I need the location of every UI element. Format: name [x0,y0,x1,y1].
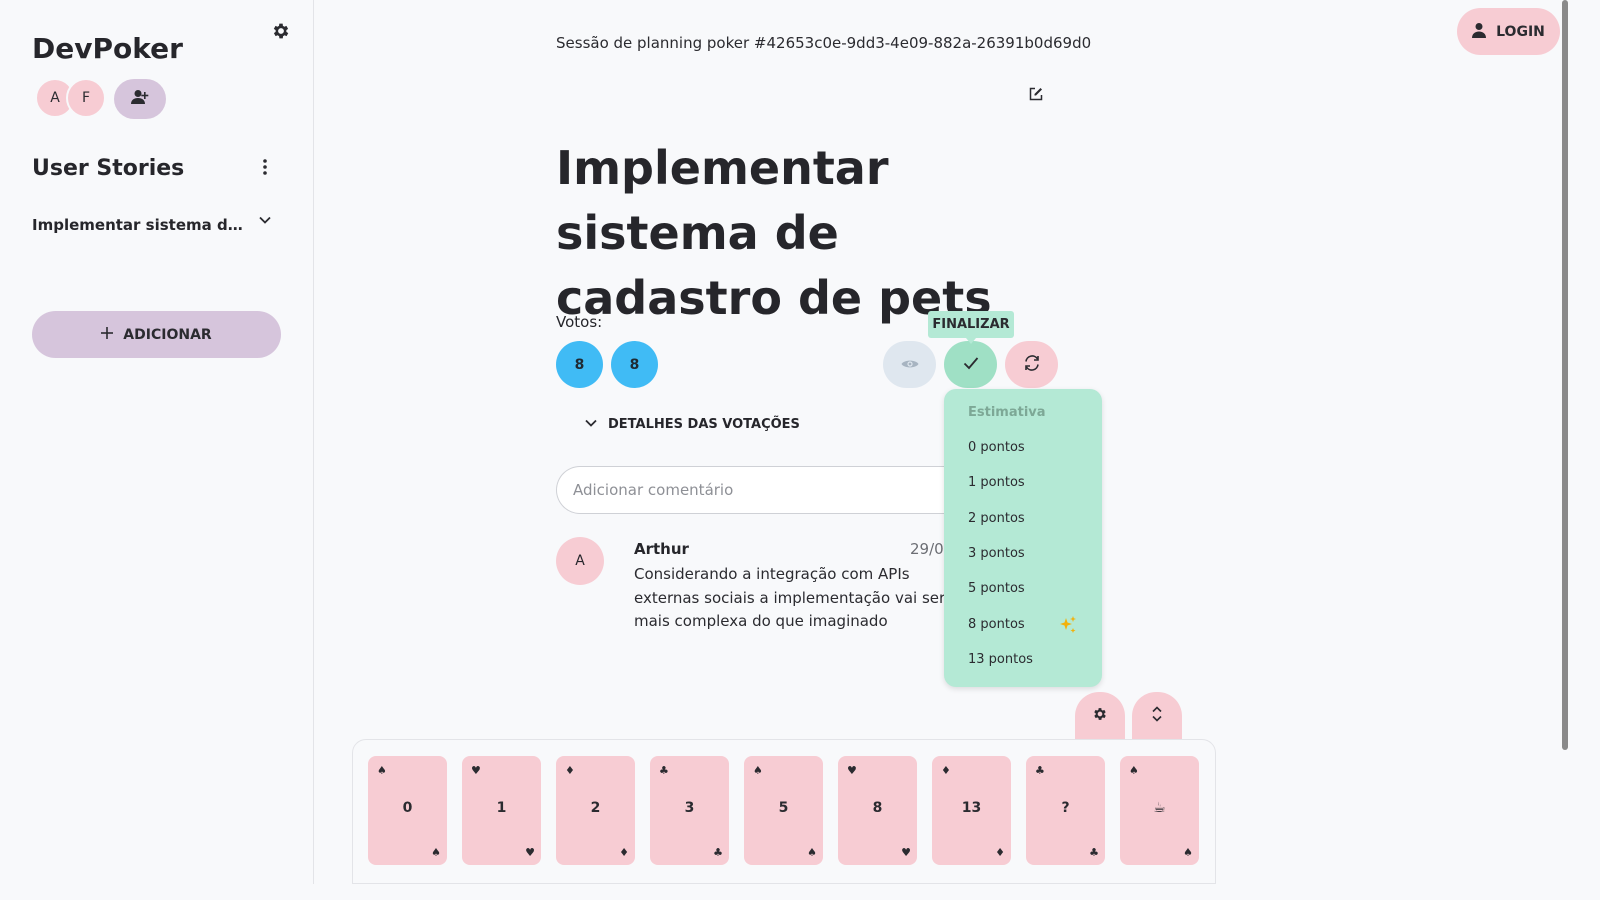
reset-votes-button[interactable] [1005,341,1058,388]
card-suit-icon: ♥ [901,846,911,859]
comment-date: 29/0 [910,540,944,558]
gear-icon [1092,706,1108,726]
vote-chip: 8 [556,341,603,388]
kebab-menu-icon[interactable] [255,158,275,182]
card-value: 0 [402,800,413,816]
poker-card[interactable]: ♦ 13 ♦ [932,756,1011,865]
poker-card[interactable]: ♥ 1 ♥ [462,756,541,865]
vote-details-toggle[interactable]: DETALHES DAS VOTAÇÕES [584,417,800,432]
sparkle-icon [1058,615,1078,635]
card-suit-icon: ♦ [565,764,575,777]
login-button[interactable]: LOGIN [1457,8,1560,55]
card-suit-icon: ♦ [941,764,951,777]
card-value: ? [1061,800,1070,816]
card-suit-icon: ♣ [1035,764,1045,777]
card-suit-icon: ♠ [1183,846,1193,859]
estimate-option[interactable]: 0 pontos [968,440,1088,455]
sidebar: DevPoker A F User Stories Implementar si… [0,0,314,884]
add-story-label: ADICIONAR [123,326,212,343]
card-suit-icon: ♠ [753,764,763,777]
avatar[interactable]: F [66,78,106,118]
card-suit-icon: ♣ [659,764,669,777]
poker-card[interactable]: ♥ 8 ♥ [838,756,917,865]
add-user-button[interactable] [114,79,166,119]
card-suit-icon: ♠ [431,846,441,859]
poker-card[interactable]: ♦ 2 ♦ [556,756,635,865]
card-suit-icon: ♠ [807,846,817,859]
card-value: 2 [590,800,601,816]
vote-details-label: DETALHES DAS VOTAÇÕES [608,417,800,432]
card-suit-icon: ♦ [619,846,629,859]
estimate-menu-header: Estimativa [968,405,1046,420]
expand-chevrons-icon [1151,705,1163,726]
card-suit-icon: ♣ [713,846,723,859]
user-icon [1472,22,1487,42]
card-value: 5 [778,800,789,816]
settings-gear-icon[interactable] [270,21,292,43]
comment-text: Considerando a integração com APIs exter… [634,565,946,630]
poker-card[interactable]: ♠ 0 ♠ [368,756,447,865]
estimate-menu: Estimativa 0 pontos 1 pontos 2 pontos 3 … [944,389,1102,687]
votes-label: Votos: [556,313,603,331]
card-suit-icon: ♥ [847,764,857,777]
estimate-option[interactable]: 3 pontos [968,546,1088,561]
refresh-icon [1023,354,1041,376]
card-value: 8 [872,800,883,816]
eye-icon [901,355,919,374]
story-item-label: Implementar sistema de ca... [32,216,244,234]
poker-card[interactable]: ♣ 3 ♣ [650,756,729,865]
add-story-button[interactable]: ADICIONAR [32,311,281,358]
story-list-item[interactable]: Implementar sistema de ca... [32,212,282,240]
poker-card[interactable]: ♠ 5 ♠ [744,756,823,865]
poker-card[interactable]: ♠ ☕ ♠ [1120,756,1199,865]
card-suit-icon: ♠ [377,764,387,777]
story-title: Implementar sistema de cadastro de pets [556,141,992,325]
edit-icon[interactable] [1029,86,1045,102]
card-suit-icon: ♥ [471,764,481,777]
session-title: Sessão de planning poker #42653c0e-9dd3-… [556,34,1092,52]
chevron-down-icon[interactable] [258,212,274,228]
card-suit-icon: ♠ [1129,764,1139,777]
scrollbar[interactable] [1562,0,1568,750]
estimate-option[interactable]: 2 pontos [968,511,1088,526]
plus-icon [101,326,114,343]
poker-card[interactable]: ♣ ? ♣ [1026,756,1105,865]
comment-author: Arthur [634,540,689,558]
chevron-down-icon [584,417,598,432]
user-stories-title: User Stories [32,156,185,181]
reveal-votes-button[interactable] [883,341,936,388]
card-value: 13 [961,800,982,816]
finalize-tooltip: FINALIZAR [928,311,1014,344]
card-suit-icon: ♥ [525,846,535,859]
deck-settings-button[interactable] [1075,692,1125,739]
card-suit-icon: ♦ [995,846,1005,859]
estimate-option[interactable]: 1 pontos [968,475,1088,490]
comment-avatar: A [556,537,604,585]
vote-chip: 8 [611,341,658,388]
comment-input[interactable] [556,466,976,514]
estimate-option[interactable]: 13 pontos [968,652,1088,667]
card-value: 1 [496,800,507,816]
card-suit-icon: ♣ [1089,846,1099,859]
card-value: 3 [684,800,695,816]
add-user-icon [131,89,149,109]
login-label: LOGIN [1496,23,1545,40]
check-icon [963,355,979,374]
app-title: DevPoker [32,32,183,65]
coffee-icon: ☕ [1153,800,1166,816]
estimate-option[interactable]: 5 pontos [968,581,1088,596]
deck-expand-button[interactable] [1132,692,1182,739]
finalize-button[interactable] [944,341,997,388]
